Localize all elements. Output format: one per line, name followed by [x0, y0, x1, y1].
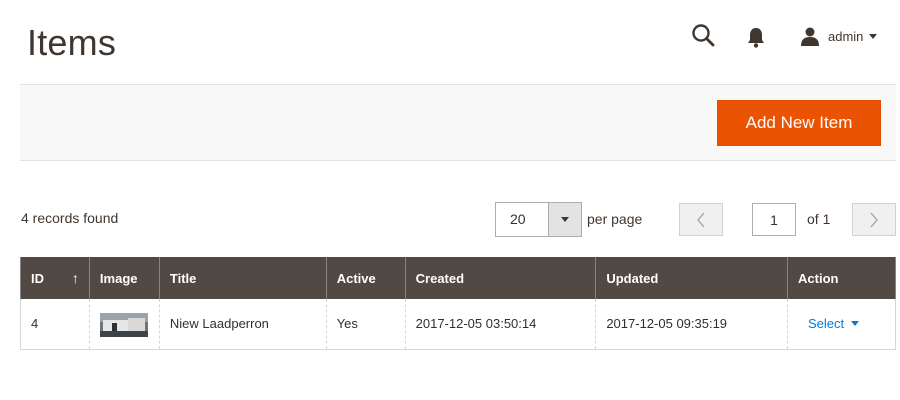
sort-ascending-icon: ↑ — [71, 270, 79, 286]
page-actions-bar: Add New Item — [20, 84, 896, 161]
chevron-right-icon — [870, 212, 878, 227]
total-pages-label: of 1 — [807, 211, 831, 227]
column-header-updated[interactable]: Updated — [595, 257, 789, 299]
page-number-input[interactable] — [752, 203, 796, 236]
column-header-id[interactable]: ID ↑ — [20, 257, 90, 299]
page-title: Items — [27, 22, 117, 63]
cell-active: Yes — [325, 299, 406, 350]
column-header-active[interactable]: Active — [325, 257, 406, 299]
column-header-action: Action — [787, 257, 896, 299]
items-grid: ID ↑ Image Title Active Created Updated … — [20, 257, 896, 350]
records-found: 4 records found — [21, 210, 119, 226]
next-page-button[interactable] — [852, 203, 896, 236]
previous-page-button[interactable] — [679, 203, 723, 236]
table-header-row: ID ↑ Image Title Active Created Updated … — [20, 257, 896, 299]
cell-updated: 2017-12-05 09:35:19 — [595, 299, 789, 350]
per-page-value: 20 — [510, 211, 526, 227]
chevron-down-icon — [851, 321, 860, 327]
cell-image — [88, 299, 160, 350]
chevron-down-icon — [561, 217, 569, 222]
column-header-created[interactable]: Created — [404, 257, 597, 299]
cell-action: Select — [787, 299, 896, 350]
add-new-item-button[interactable]: Add New Item — [717, 100, 881, 146]
row-action-select-label: Select — [808, 316, 845, 332]
header-actions: admin — [690, 22, 890, 52]
cell-title: Niew Laadperron — [158, 299, 327, 350]
search-icon[interactable] — [690, 22, 718, 50]
column-header-image[interactable]: Image — [88, 257, 160, 299]
user-menu[interactable]: admin — [800, 24, 878, 48]
per-page-label: per page — [587, 211, 643, 227]
per-page-select[interactable]: 20 — [495, 202, 582, 237]
user-icon — [801, 27, 819, 46]
table-row[interactable]: 4 Niew Laadperron Yes 2017-12-05 03:50:1… — [20, 299, 896, 350]
item-thumbnail-image[interactable] — [99, 312, 148, 337]
user-name: admin — [828, 28, 864, 44]
chevron-left-icon — [697, 212, 705, 227]
row-action-select[interactable]: Select — [808, 316, 860, 332]
column-header-title[interactable]: Title — [158, 257, 327, 299]
cell-id: 4 — [20, 299, 90, 350]
per-page-dropdown-button[interactable] — [548, 203, 581, 236]
column-header-label: ID — [31, 270, 44, 286]
cell-created: 2017-12-05 03:50:14 — [404, 299, 597, 350]
notifications-bell-icon[interactable] — [745, 25, 767, 49]
chevron-down-icon — [869, 33, 878, 39]
